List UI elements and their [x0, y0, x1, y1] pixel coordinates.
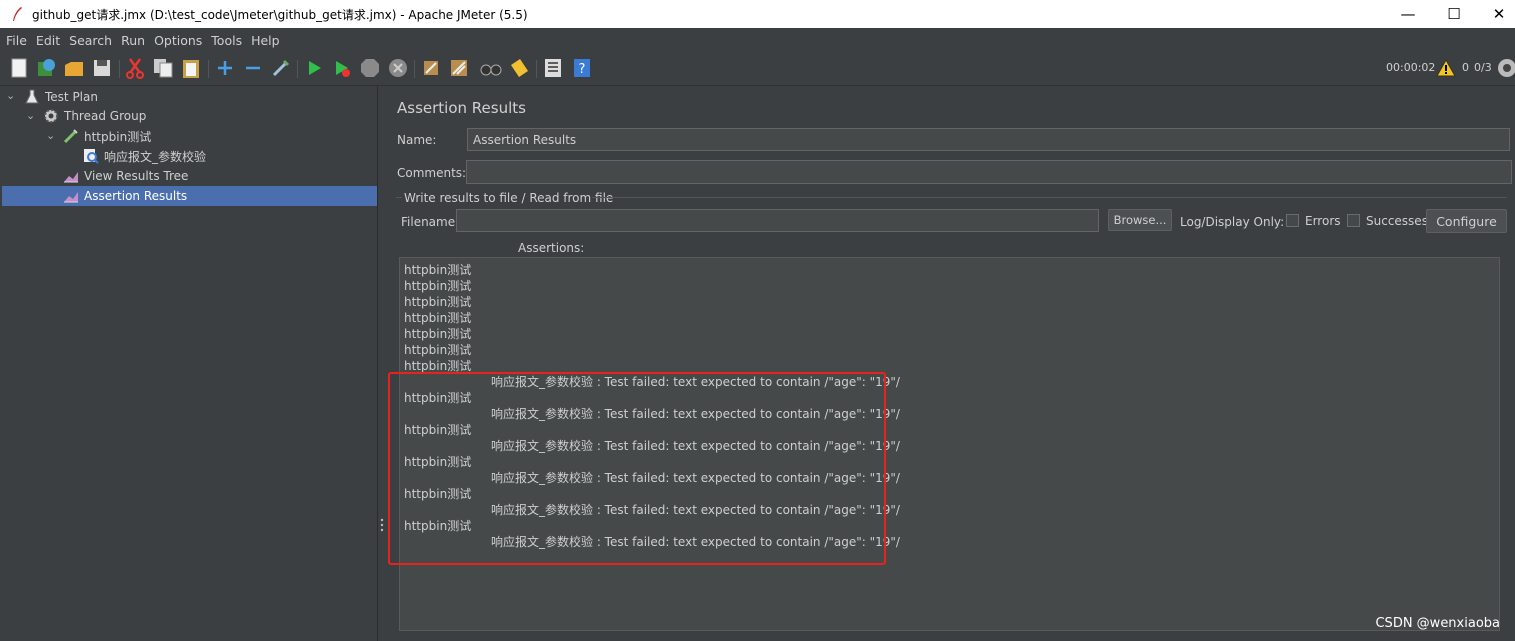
title-bar: github_get请求.jmx (D:\test_code\Jmeter\gi… [0, 0, 1515, 28]
menu-edit[interactable]: Edit [36, 33, 60, 48]
comments-input[interactable] [466, 160, 1512, 184]
toggle-icon[interactable] [270, 57, 292, 79]
tree-item-view-results-tree[interactable]: View Results Tree [63, 166, 188, 186]
log-display-label: Log/Display Only: [1180, 215, 1285, 229]
sampler-line: httpbin测试 [404, 343, 472, 357]
errors-checkbox[interactable] [1286, 214, 1299, 227]
minimize-button[interactable]: — [1385, 0, 1431, 28]
configure-button[interactable]: Configure [1426, 209, 1507, 233]
reset-search-icon[interactable] [508, 57, 530, 79]
cut-icon[interactable] [124, 57, 146, 79]
sampler-line: httpbin测试 [404, 311, 472, 325]
splitter-grip-icon [380, 518, 384, 532]
graph-icon [64, 192, 78, 203]
name-input[interactable] [467, 128, 1510, 151]
svg-text:?: ? [579, 62, 586, 77]
sampler-line: httpbin测试 [404, 263, 472, 277]
tree-item-assertion-results[interactable]: Assertion Results [2, 186, 377, 206]
tree-item-test-plan[interactable]: Test Plan [24, 87, 98, 107]
tree-item-label: Assertion Results [84, 189, 188, 203]
sampler-line: httpbin测试 [404, 295, 472, 309]
close-button[interactable]: ✕ [1476, 0, 1515, 28]
chevron-down-icon[interactable]: ⌄ [46, 129, 55, 142]
panel-title: Assertion Results [397, 99, 526, 117]
help-icon[interactable]: ? [571, 57, 593, 79]
menu-tools[interactable]: Tools [211, 33, 242, 48]
stop-icon[interactable] [359, 57, 381, 79]
elapsed-time: 00:00:02 [1386, 61, 1436, 74]
copy-icon[interactable] [152, 57, 174, 79]
test-plan-icon [25, 89, 39, 104]
pipette-icon [63, 129, 78, 144]
browse-button[interactable]: Browse... [1108, 209, 1172, 231]
chevron-down-icon[interactable]: ⌄ [6, 89, 15, 102]
collapse-icon[interactable] [242, 57, 264, 79]
toolbar: ? 00:00:02 0 0/3 [0, 52, 1515, 86]
successes-label: Successes [1366, 214, 1428, 228]
paste-icon[interactable] [180, 57, 202, 79]
successes-checkbox[interactable] [1347, 214, 1360, 227]
filename-input[interactable] [456, 209, 1099, 232]
comments-label: Comments: [397, 166, 467, 180]
start-icon[interactable] [303, 57, 325, 79]
thread-count: 0/3 [1474, 61, 1492, 74]
tree-item-label: httpbin测试 [84, 129, 152, 144]
errors-label: Errors [1305, 214, 1341, 228]
new-icon[interactable] [8, 57, 30, 79]
file-group-title: Write results to file / Read from file [404, 191, 614, 205]
shutdown-icon[interactable] [387, 57, 409, 79]
templates-icon[interactable] [35, 57, 57, 79]
function-helper-icon[interactable] [542, 57, 564, 79]
tree-item-label: View Results Tree [84, 169, 189, 183]
sampler-line: httpbin测试 [404, 279, 472, 293]
menu-bar: File Edit Search Run Options Tools Help [0, 28, 1515, 52]
warning-icon[interactable] [1436, 58, 1456, 78]
watermark: CSDN @wenxiaoba [1375, 616, 1500, 631]
gear-icon [44, 109, 58, 123]
sampler-line: httpbin测试 [404, 327, 472, 341]
menu-run[interactable]: Run [121, 33, 145, 48]
expand-icon[interactable] [214, 57, 236, 79]
clear-icon[interactable] [420, 57, 442, 79]
warning-count: 0 [1462, 61, 1469, 74]
save-icon[interactable] [91, 57, 113, 79]
menu-file[interactable]: File [6, 33, 27, 48]
search-icon[interactable] [480, 57, 502, 79]
magnifier-icon [84, 149, 99, 164]
filename-label: Filename [401, 215, 456, 229]
menu-help[interactable]: Help [251, 33, 280, 48]
clear-all-icon[interactable] [448, 57, 470, 79]
group-border [592, 197, 1507, 198]
tree-item-response-assertion[interactable]: 响应报文_参数校验 [83, 146, 206, 166]
window-title: github_get请求.jmx (D:\test_code\Jmeter\gi… [32, 7, 528, 22]
tree-item-label: Test Plan [45, 90, 98, 104]
tree-item-httpbin-sampler[interactable]: httpbin测试 [63, 126, 151, 146]
tree-item-thread-group[interactable]: Thread Group [43, 106, 146, 126]
assertions-label: Assertions: [518, 241, 585, 255]
name-label: Name: [397, 133, 437, 147]
tree-item-label: 响应报文_参数校验 [104, 149, 207, 164]
open-icon[interactable] [63, 57, 85, 79]
test-plan-tree: ⌄ Test Plan ⌄ Thread Group ⌄ httpbin测试 响… [0, 86, 378, 641]
pane-splitter[interactable] [378, 86, 388, 641]
running-indicator-icon [1498, 59, 1515, 77]
chevron-down-icon[interactable]: ⌄ [26, 109, 35, 122]
highlight-annotation-box [388, 372, 886, 565]
jmeter-feather-icon [13, 7, 22, 21]
start-no-pauses-icon[interactable] [331, 57, 353, 79]
menu-search[interactable]: Search [69, 33, 112, 48]
tree-item-label: Thread Group [64, 109, 147, 123]
menu-options[interactable]: Options [154, 33, 202, 48]
maximize-button[interactable]: ☐ [1431, 0, 1477, 28]
group-border [396, 197, 402, 198]
graph-icon [64, 172, 78, 183]
